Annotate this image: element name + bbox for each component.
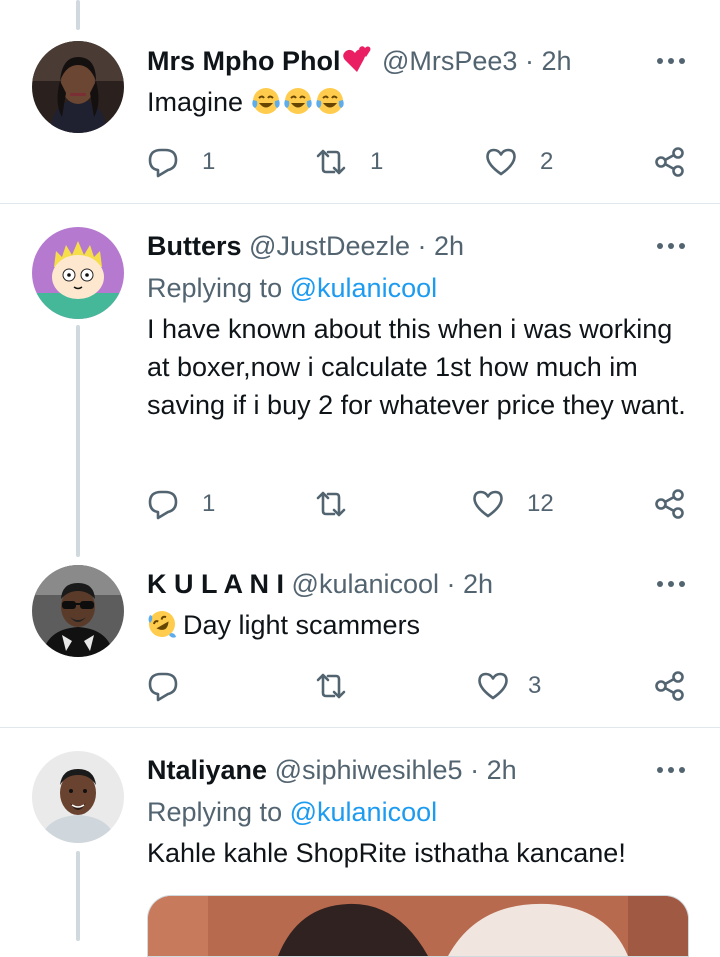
mention-link[interactable]: @kulanicool (290, 273, 438, 303)
avatar[interactable] (32, 227, 124, 319)
reply-count: 1 (202, 148, 216, 175)
rolling-laughing-emoji (147, 609, 177, 639)
like-count: 12 (527, 490, 554, 517)
reply-button[interactable]: 1 (146, 487, 215, 521)
tweet-text-content: Day light scammers (183, 610, 421, 640)
like-count: 3 (528, 672, 542, 699)
thread-line (76, 325, 80, 557)
mention-link[interactable]: @kulanicool (290, 797, 438, 827)
tweet-text: Day light scammers (147, 606, 692, 644)
share-icon (655, 489, 684, 519)
handle[interactable]: @MrsPee3 (382, 46, 517, 76)
thread-line (76, 851, 80, 941)
display-name[interactable]: K U L A N I (147, 569, 284, 599)
two-hearts-emoji (342, 45, 372, 75)
tweet-text: Imagine (147, 83, 692, 121)
display-name[interactable]: Butters (147, 231, 242, 261)
avatar[interactable] (32, 41, 124, 133)
reply-count: 1 (202, 490, 216, 517)
tears-of-joy-emoji (315, 86, 345, 116)
display-name[interactable]: Mrs Mpho Phol (147, 46, 340, 76)
comment-icon (148, 148, 178, 178)
heart-icon (478, 672, 508, 700)
thread-line (76, 0, 80, 30)
handle[interactable]: @siphiwesihle5 (275, 755, 463, 785)
reply-button[interactable]: 1 (146, 145, 215, 179)
tears-of-joy-emoji (251, 86, 281, 116)
tears-of-joy-emoji (283, 86, 313, 116)
like-button[interactable]: 12 (471, 487, 554, 521)
retweet-icon (316, 149, 346, 175)
tweet-header: Butters @JustDeezle · 2h (147, 229, 464, 263)
share-button[interactable] (653, 669, 687, 703)
replying-to: Replying to @kulanicool (147, 271, 437, 305)
tweet-text: I have known about this when i was worki… (147, 314, 686, 420)
tweet-header: K U L A N I @kulanicool · 2h (147, 567, 493, 601)
retweet-button[interactable]: 1 (314, 145, 383, 179)
like-button[interactable]: 2 (484, 145, 553, 179)
timestamp[interactable]: · 2h (447, 569, 494, 599)
more-dots-icon[interactable] (651, 49, 691, 73)
share-icon (655, 147, 684, 177)
like-count: 2 (540, 148, 554, 175)
timestamp[interactable]: · 2h (470, 755, 517, 785)
handle[interactable]: @JustDeezle (249, 231, 410, 261)
timestamp[interactable]: · 2h (418, 231, 465, 261)
share-button[interactable] (653, 487, 687, 521)
replying-to: Replying to @kulanicool (147, 795, 437, 829)
divider (0, 203, 720, 204)
more-dots-icon[interactable] (651, 572, 691, 596)
retweet-icon (316, 491, 346, 517)
tweet-text: Kahle kahle ShopRite isthatha kancane! (147, 838, 626, 868)
reply-button[interactable] (146, 669, 202, 703)
avatar[interactable] (32, 565, 124, 657)
more-dots-icon[interactable] (651, 758, 691, 782)
handle[interactable]: @kulanicool (292, 569, 440, 599)
avatar[interactable] (32, 751, 124, 843)
timestamp[interactable]: · 2h (525, 46, 572, 76)
divider (0, 727, 720, 728)
like-button[interactable]: 3 (476, 669, 541, 703)
retweet-button[interactable] (314, 669, 370, 703)
tweet-header: Mrs Mpho Phol @MrsPee3 · 2h (147, 44, 572, 78)
heart-icon (486, 148, 516, 176)
attached-photo[interactable] (147, 895, 689, 957)
display-name[interactable]: Ntaliyane (147, 755, 267, 785)
tweet-header: Ntaliyane @siphiwesihle5 · 2h (147, 753, 517, 787)
share-icon (655, 671, 684, 701)
tweet-text-content: Imagine (147, 87, 244, 117)
replying-to-label: Replying to (147, 797, 283, 827)
share-button[interactable] (653, 145, 687, 179)
more-dots-icon[interactable] (651, 234, 691, 258)
comment-icon (148, 490, 178, 520)
comment-icon (148, 672, 178, 702)
retweet-button[interactable] (314, 487, 370, 521)
replying-to-label: Replying to (147, 273, 283, 303)
retweet-icon (316, 673, 346, 699)
heart-icon (473, 490, 503, 518)
retweet-count: 1 (370, 148, 384, 175)
